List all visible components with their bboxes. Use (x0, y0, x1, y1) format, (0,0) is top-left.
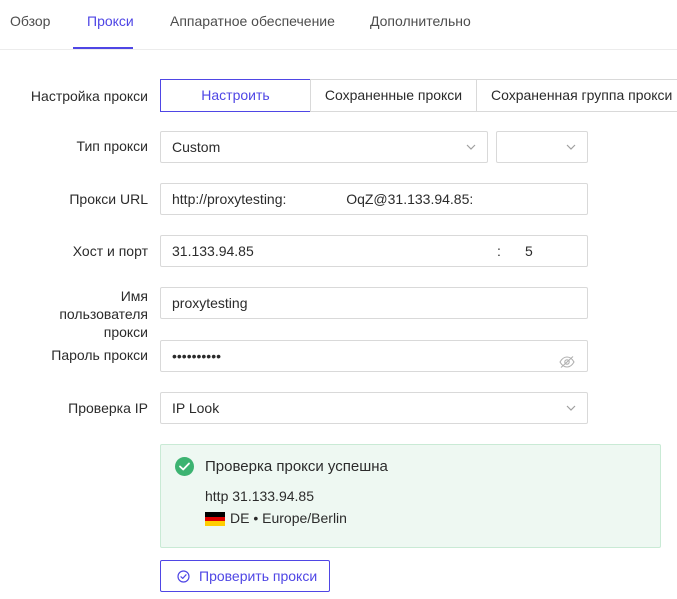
tab-advanced[interactable]: Дополнительно (370, 13, 471, 29)
port-value[interactable]: 5 (525, 236, 533, 266)
proxy-settings-label: Настройка прокси (30, 88, 148, 104)
result-title: Проверка прокси успешна (205, 458, 388, 475)
segment-configure[interactable]: Настроить (160, 79, 311, 112)
username-input[interactable]: proxytesting (160, 287, 588, 319)
proxy-url-value-part2: OqZ@31.133.94.85: (346, 191, 474, 207)
host-value: 31.133.94.85 (172, 243, 254, 259)
password-value: •••••••••• (172, 348, 222, 364)
tab-bar: Обзор Прокси Аппаратное обеспечение Допо… (0, 0, 677, 50)
ip-check-label: Проверка IP (68, 400, 148, 416)
proxy-url-input[interactable]: http://proxytesting: OqZ@31.133.94.85: (160, 183, 588, 215)
chevron-down-icon (566, 142, 576, 151)
active-tab-indicator (73, 47, 133, 49)
segment-saved-proxies[interactable]: Сохраненные прокси (310, 79, 477, 112)
host-port-label: Хост и порт (72, 243, 148, 259)
ip-check-value: IP Look (172, 400, 220, 416)
result-location: DE • Europe/Berlin (230, 510, 347, 526)
check-circle-icon (175, 457, 194, 476)
username-label: Имя пользователя прокси (59, 288, 148, 340)
proxy-url-label: Прокси URL (69, 191, 148, 207)
username-value: proxytesting (172, 295, 248, 311)
tab-hardware[interactable]: Аппаратное обеспечение (170, 13, 335, 29)
proxy-type-value: Custom (172, 139, 221, 155)
check-proxy-label: Проверить прокси (199, 568, 318, 584)
port-separator: : (497, 243, 501, 259)
proxy-subtype-select[interactable] (496, 131, 588, 163)
proxy-type-label: Тип прокси (76, 138, 148, 154)
password-input[interactable]: •••••••••• (160, 340, 588, 372)
chevron-down-icon (466, 142, 476, 151)
ip-check-select[interactable]: IP Look (160, 392, 588, 424)
proxy-check-result: Проверка прокси успешна http 31.133.94.8… (160, 444, 661, 548)
chevron-down-icon (566, 403, 576, 412)
host-input[interactable]: 31.133.94.85 : 5 (160, 235, 588, 267)
check-proxy-button[interactable]: Проверить прокси (160, 560, 330, 592)
password-label: Пароль прокси (51, 347, 148, 363)
proxy-type-select[interactable]: Custom (160, 131, 488, 163)
tab-overview[interactable]: Обзор (10, 13, 50, 29)
check-proxy-icon (177, 570, 190, 583)
germany-flag-icon (205, 512, 225, 526)
proxy-url-value-part1: http://proxytesting: (172, 191, 287, 207)
eye-slash-icon[interactable] (559, 349, 575, 368)
result-protocol-ip: http 31.133.94.85 (205, 488, 314, 504)
tab-proxy[interactable]: Прокси (87, 13, 134, 29)
segment-saved-group[interactable]: Сохраненная группа прокси (476, 79, 677, 112)
